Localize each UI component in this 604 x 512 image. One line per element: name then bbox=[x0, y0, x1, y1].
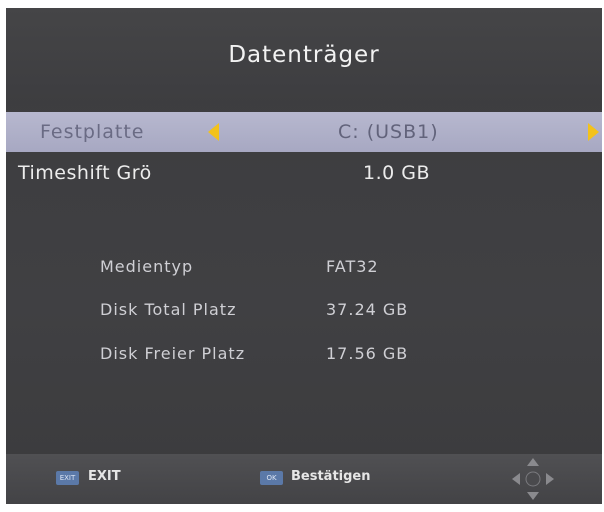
timeshift-size-label: Timeshift Grö bbox=[18, 162, 152, 184]
harddisk-selector-row[interactable]: Festplatte C: (USB1) bbox=[6, 112, 602, 152]
media-type-label: Medientyp bbox=[100, 257, 194, 276]
disk-free-label: Disk Freier Platz bbox=[100, 344, 246, 363]
ok-key-icon: OK bbox=[260, 471, 283, 485]
page-title: Datenträger bbox=[228, 42, 380, 68]
disk-settings-screen: Datenträger Festplatte C: (USB1) Timeshi… bbox=[6, 8, 602, 504]
footer-bar: EXIT EXIT OK Bestätigen bbox=[6, 454, 602, 504]
timeshift-size-value: 1.0 GB bbox=[363, 162, 431, 184]
harddisk-value: C: (USB1) bbox=[338, 121, 439, 143]
arrow-left-icon[interactable] bbox=[208, 123, 219, 141]
directional-pad-icon bbox=[512, 458, 554, 500]
disk-free-value: 17.56 GB bbox=[326, 344, 409, 363]
exit-key-icon: EXIT bbox=[56, 471, 79, 485]
media-type-value: FAT32 bbox=[326, 257, 379, 276]
harddisk-label: Festplatte bbox=[40, 121, 145, 143]
arrow-right-icon[interactable] bbox=[588, 123, 599, 141]
disk-total-label: Disk Total Platz bbox=[100, 300, 237, 319]
exit-label: EXIT bbox=[88, 469, 121, 484]
title-bar: Datenträger bbox=[6, 8, 602, 104]
disk-total-value: 37.24 GB bbox=[326, 300, 409, 319]
confirm-label: Bestätigen bbox=[291, 469, 371, 484]
